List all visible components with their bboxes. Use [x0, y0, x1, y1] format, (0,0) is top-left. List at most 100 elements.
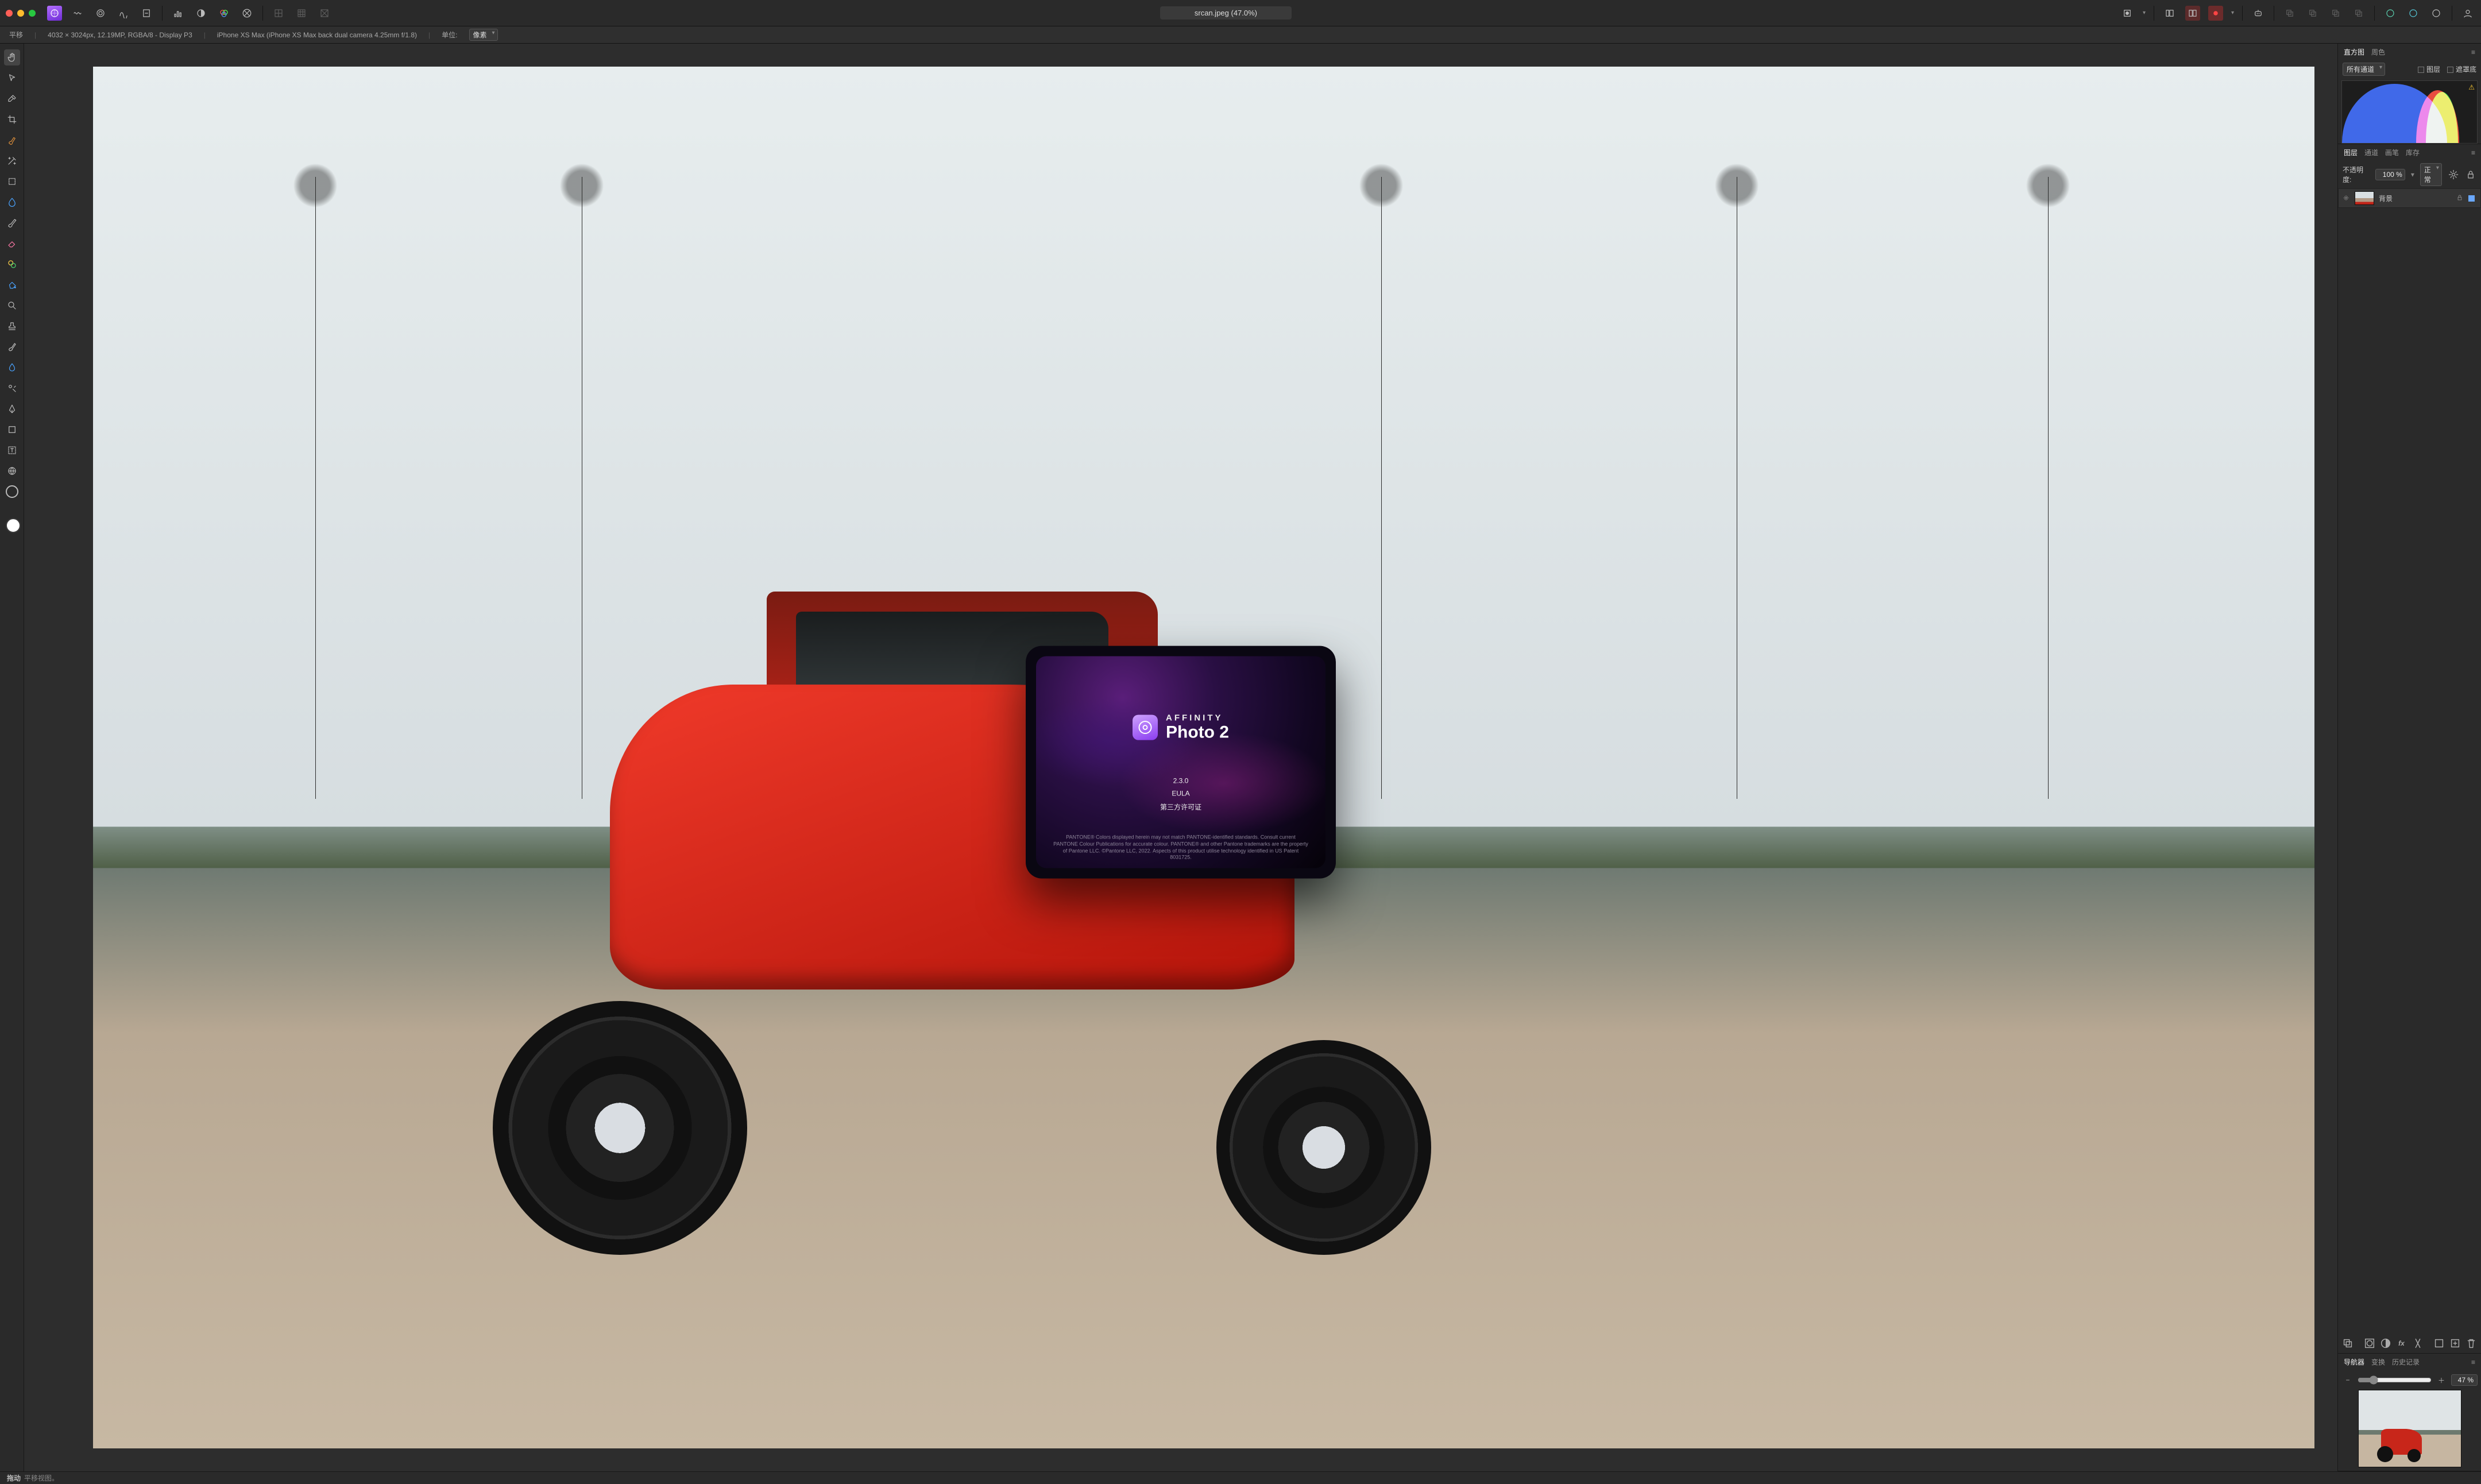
- zoom-window-button[interactable]: [29, 10, 36, 17]
- panel-menu-icon[interactable]: ≡: [2471, 48, 2475, 56]
- zoom-slider[interactable]: [2358, 1375, 2432, 1385]
- close-window-button[interactable]: [6, 10, 13, 17]
- tab-brushes[interactable]: 画笔: [2385, 148, 2399, 157]
- layer-row[interactable]: ⁜ 背景: [2338, 188, 2481, 208]
- tab-history[interactable]: 历史记录: [2392, 1357, 2420, 1367]
- tab-stock[interactable]: 库存: [2406, 148, 2420, 157]
- marquee-tool[interactable]: [4, 173, 20, 190]
- brand-name-top: AFFINITY: [1166, 713, 1229, 722]
- persona-tonemap-icon[interactable]: [116, 6, 131, 21]
- eula-link[interactable]: EULA: [1172, 789, 1189, 797]
- add-pixel-layer-button[interactable]: [2433, 1337, 2445, 1350]
- channel-select[interactable]: 所有通道: [2343, 63, 2385, 76]
- delete-layer-button[interactable]: [2465, 1337, 2478, 1350]
- unit-select[interactable]: 像素: [469, 29, 498, 41]
- arrange-left-button[interactable]: [2162, 6, 2177, 21]
- link-help-icon[interactable]: [2429, 6, 2444, 21]
- arrange-center-button[interactable]: [2185, 6, 2200, 21]
- magic-wand-tool[interactable]: [4, 153, 20, 169]
- pen-tool[interactable]: [4, 401, 20, 417]
- panel-menu-icon[interactable]: ≡: [2471, 149, 2475, 157]
- tab-navigator[interactable]: 导航器: [2344, 1357, 2364, 1367]
- layer-name[interactable]: 背景: [2379, 194, 2393, 203]
- merge-button[interactable]: [2341, 1337, 2354, 1350]
- third-party-link[interactable]: 第三方许可证: [1160, 802, 1201, 811]
- zoom-value[interactable]: 47 %: [2451, 1374, 2478, 1386]
- fill-tool[interactable]: [4, 277, 20, 293]
- snapping-button[interactable]: [317, 6, 332, 21]
- histogram-panel: 直方图 周色 ≡ 所有通道 图层 遮罩底 ⚠: [2338, 44, 2481, 144]
- navigator-panel: 导航器 变换 历史记录 ≡ − ＋ 47 %: [2338, 1354, 2481, 1471]
- link-designer-icon[interactable]: [2383, 6, 2398, 21]
- zoom-out-button[interactable]: −: [2341, 1374, 2354, 1386]
- guides-button[interactable]: [294, 6, 309, 21]
- layer-lock-icon[interactable]: [2465, 168, 2476, 181]
- tab-layers[interactable]: 图层: [2344, 148, 2358, 157]
- crop-layer-button[interactable]: [2412, 1337, 2424, 1350]
- text-tool[interactable]: [4, 442, 20, 458]
- order-backone-button[interactable]: [2305, 6, 2320, 21]
- document-title: srcan.jpeg (47.0%): [1160, 6, 1292, 20]
- adjust-button[interactable]: [2379, 1337, 2392, 1350]
- add-layer-button[interactable]: [2449, 1337, 2461, 1350]
- autolevels-button[interactable]: [171, 6, 186, 21]
- quickmask-button[interactable]: [2120, 6, 2135, 21]
- hand-tool[interactable]: [4, 49, 20, 65]
- autowb-button[interactable]: [239, 6, 254, 21]
- blur-tool[interactable]: [4, 360, 20, 376]
- crop-tool[interactable]: [4, 111, 20, 127]
- panel-menu-icon[interactable]: ≡: [2471, 1358, 2475, 1366]
- view-tool[interactable]: [4, 484, 20, 500]
- tab-scope[interactable]: 周色: [2371, 47, 2385, 57]
- minimize-window-button[interactable]: [17, 10, 24, 17]
- shape-tool[interactable]: [4, 422, 20, 438]
- navigator-thumbnail[interactable]: [2358, 1390, 2461, 1467]
- color-wells[interactable]: [3, 513, 21, 533]
- clone-tool[interactable]: [4, 380, 20, 396]
- fx-button[interactable]: fx: [2395, 1337, 2408, 1350]
- arrange-record-button[interactable]: [2208, 6, 2223, 21]
- account-icon[interactable]: [2460, 6, 2475, 21]
- dodge-tool[interactable]: [4, 339, 20, 355]
- layer-thumb: [2355, 191, 2374, 205]
- autocontrast-button[interactable]: [194, 6, 208, 21]
- layer-cog-icon[interactable]: [2448, 168, 2459, 181]
- persona-liquify-icon[interactable]: [70, 6, 85, 21]
- layers-panel: 图层 通道 画笔 库存 ≡ 不透明度: 100 % ▾ 正常 ⁜: [2338, 144, 2481, 1354]
- stamp-tool[interactable]: [4, 318, 20, 334]
- blendmode-select[interactable]: 正常: [2420, 163, 2442, 186]
- canvas-area[interactable]: AFFINITY Photo 2 2.3.0 EULA 第三方许可证 PANTO…: [24, 44, 2337, 1471]
- grid-button[interactable]: [271, 6, 286, 21]
- histogram-layer-checkbox[interactable]: 图层: [2418, 64, 2440, 74]
- tab-channels[interactable]: 通道: [2364, 148, 2378, 157]
- persona-export-icon[interactable]: [139, 6, 154, 21]
- mesh-warp-tool[interactable]: [4, 463, 20, 479]
- paint-mixer-tool[interactable]: [4, 256, 20, 272]
- mask-button[interactable]: [2363, 1337, 2376, 1350]
- tab-histogram[interactable]: 直方图: [2344, 47, 2364, 57]
- visibility-checkbox[interactable]: [2468, 195, 2475, 202]
- order-frontone-button[interactable]: [2328, 6, 2343, 21]
- tool-name-label: 平移: [9, 30, 23, 40]
- window-controls: [6, 10, 36, 17]
- erase-brush-tool[interactable]: [4, 235, 20, 252]
- selection-brush-tool[interactable]: [4, 132, 20, 148]
- zoom-tool[interactable]: [4, 297, 20, 314]
- link-publisher-icon[interactable]: [2406, 6, 2421, 21]
- opacity-input[interactable]: 100 %: [2375, 169, 2405, 180]
- autocolor-button[interactable]: [217, 6, 231, 21]
- order-back-button[interactable]: [2282, 6, 2297, 21]
- persona-develop-icon[interactable]: [93, 6, 108, 21]
- order-front-button[interactable]: [2351, 6, 2366, 21]
- tab-transform[interactable]: 变换: [2371, 1357, 2385, 1367]
- persona-photo-icon[interactable]: [47, 6, 62, 21]
- histogram-mask-checkbox[interactable]: 遮罩底: [2447, 64, 2476, 74]
- move-tool[interactable]: [4, 70, 20, 86]
- paint-brush-tool[interactable]: [4, 215, 20, 231]
- fx-visibility-icon[interactable]: ⁜: [2342, 191, 2350, 205]
- zoom-in-button[interactable]: ＋: [2435, 1374, 2448, 1386]
- assistant-button[interactable]: [2251, 6, 2266, 21]
- flood-select-tool[interactable]: [4, 194, 20, 210]
- lock-icon[interactable]: [2456, 194, 2464, 203]
- color-picker-tool[interactable]: [4, 91, 20, 107]
